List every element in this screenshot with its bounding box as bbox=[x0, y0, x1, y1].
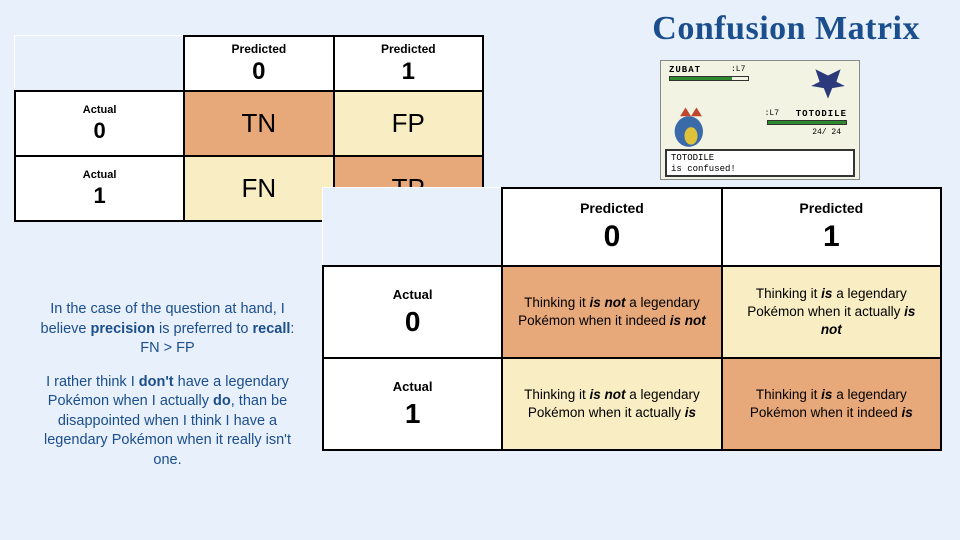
own-hp-bar bbox=[767, 120, 847, 125]
header-predicted-0-big: Predicted 0 bbox=[502, 188, 721, 266]
explanation-text: In the case of the question at hand, I b… bbox=[30, 300, 305, 485]
cell-fn: FN bbox=[184, 156, 333, 221]
cell-tn: TN bbox=[184, 91, 333, 156]
enemy-level: :L7 bbox=[731, 65, 745, 74]
pokemon-battle-illustration: ZUBAT :L7 :L7 TOTODILE 24/ 24 TOTODILE i… bbox=[660, 60, 860, 180]
blank-cell bbox=[323, 188, 502, 266]
header-predicted-1: Predicted 1 bbox=[334, 36, 483, 91]
explain-para-2: I rather think I don't have a legendary … bbox=[30, 373, 305, 471]
battle-message: TOTODILE is confused! bbox=[665, 149, 855, 177]
header-actual-0-big: Actual 0 bbox=[323, 266, 502, 358]
cell-fp: FP bbox=[334, 91, 483, 156]
header-predicted-1-big: Predicted 1 bbox=[722, 188, 941, 266]
header-predicted-0: Predicted 0 bbox=[184, 36, 333, 91]
confusion-matrix-described: Predicted 0 Predicted 1 Actual 0 Thinkin… bbox=[322, 187, 942, 451]
battle-msg-line2: is confused! bbox=[671, 164, 736, 174]
battle-msg-line1: TOTODILE bbox=[671, 153, 714, 163]
header-actual-1: Actual 1 bbox=[15, 156, 184, 221]
own-name: TOTODILE bbox=[796, 109, 847, 119]
page-title: Confusion Matrix bbox=[652, 10, 920, 48]
blank-cell bbox=[15, 36, 184, 91]
cell-fn-desc: Thinking it is not a legendary Pokémon w… bbox=[502, 358, 721, 450]
own-hp-text: 24/ 24 bbox=[812, 128, 841, 137]
enemy-name: ZUBAT bbox=[669, 65, 701, 75]
explain-para-1: In the case of the question at hand, I b… bbox=[30, 300, 305, 359]
enemy-hp-bar bbox=[669, 76, 749, 81]
header-actual-0: Actual 0 bbox=[15, 91, 184, 156]
cell-fp-desc: Thinking it is a legendary Pokémon when … bbox=[722, 266, 941, 358]
own-level: :L7 bbox=[765, 109, 779, 118]
header-actual-1-big: Actual 1 bbox=[323, 358, 502, 450]
totodile-icon bbox=[669, 101, 713, 149]
cell-tp-desc: Thinking it is a legendary Pokémon when … bbox=[722, 358, 941, 450]
zubat-icon bbox=[807, 65, 849, 107]
cell-tn-desc: Thinking it is not a legendary Pokémon w… bbox=[502, 266, 721, 358]
